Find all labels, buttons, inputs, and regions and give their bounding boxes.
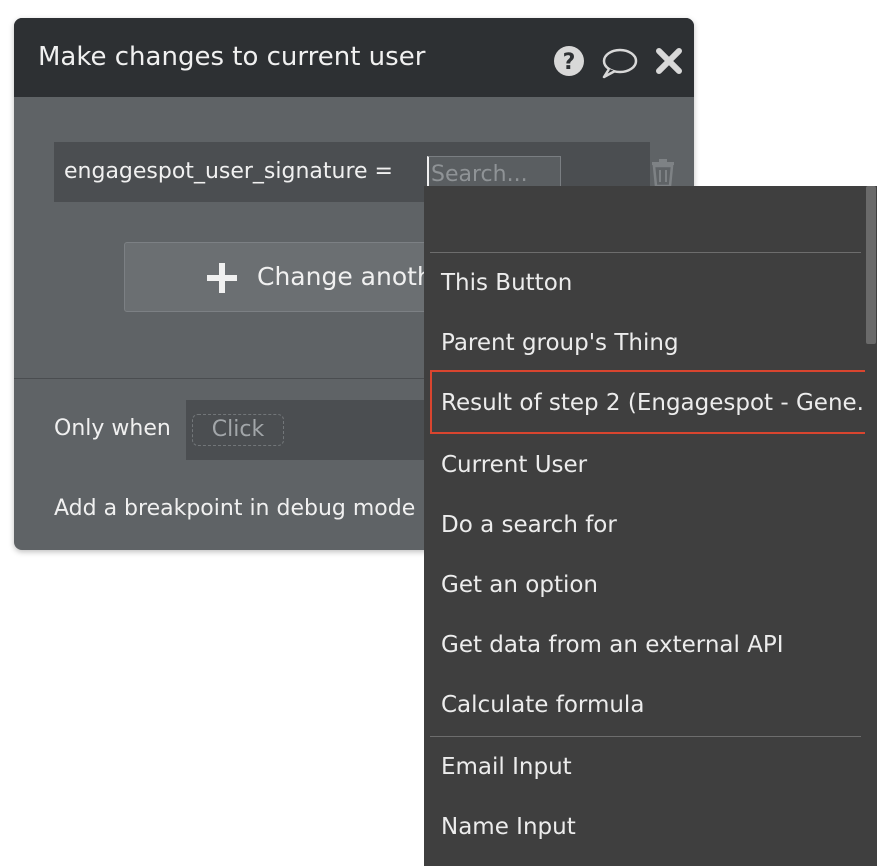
dropdown-item-this-button[interactable]: This Button (441, 270, 572, 296)
trash-icon[interactable] (650, 158, 676, 188)
help-icon[interactable]: ? (552, 44, 586, 78)
dropdown-scrollbar-thumb[interactable] (866, 186, 876, 344)
plus-icon (207, 263, 237, 293)
dropdown-item-do-a-search-for[interactable]: Do a search for (441, 512, 617, 538)
breakpoint-label: Add a breakpoint in debug mode (54, 496, 416, 521)
only-when-label: Only when (54, 416, 171, 441)
dropdown-item-email-input[interactable]: Email Input (441, 754, 572, 780)
comment-icon[interactable] (600, 46, 638, 80)
dropdown-separator (430, 252, 861, 253)
dropdown-item-get-an-option[interactable]: Get an option (441, 572, 598, 598)
dropdown-item-name-input[interactable]: Name Input (441, 814, 576, 840)
dropdown-item-parent-group-thing[interactable]: Parent group's Thing (441, 330, 679, 356)
dropdown-separator (430, 736, 861, 737)
condition-click-placeholder[interactable]: Click (192, 414, 284, 446)
field-value-search-input[interactable] (427, 156, 561, 190)
dropdown-item-current-user[interactable]: Current User (441, 452, 587, 478)
dropdown-item-result-of-step-2[interactable]: Result of step 2 (Engagespot - Gene...) (441, 390, 877, 416)
close-icon[interactable] (654, 44, 684, 78)
dropdown-item-get-data-external-api[interactable]: Get data from an external API (441, 632, 784, 658)
field-name-label: engagespot_user_signature = (64, 159, 393, 184)
panel-header: Make changes to current user ? (14, 18, 694, 97)
dropdown-item-calculate-formula[interactable]: Calculate formula (441, 692, 644, 718)
panel-title: Make changes to current user (38, 42, 426, 72)
svg-text:?: ? (563, 50, 576, 75)
change-another-field-label: Change anoth (257, 262, 433, 291)
dropdown-scrollbar[interactable] (865, 186, 877, 866)
data-source-dropdown[interactable]: This Button Parent group's Thing Result … (424, 186, 877, 866)
